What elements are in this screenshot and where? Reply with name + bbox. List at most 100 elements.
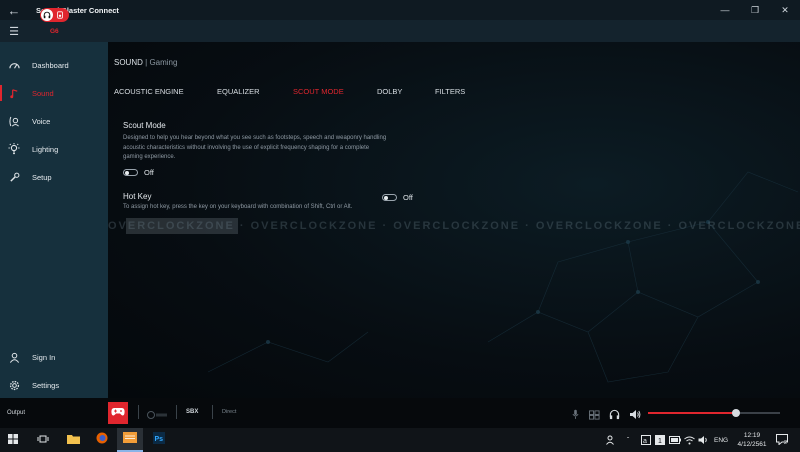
volume-icon[interactable] (629, 407, 641, 425)
microphone-icon[interactable] (572, 407, 579, 425)
sidebar-item-label: Dashboard (32, 60, 69, 70)
hot-key-description: To assign hot key, press the key on your… (123, 204, 353, 210)
battery-icon[interactable] (669, 428, 681, 452)
divider (212, 405, 213, 419)
minimize-button[interactable]: — (710, 0, 740, 20)
hot-key-state: Off (403, 193, 413, 202)
mixer-icon[interactable] (589, 407, 600, 425)
toggle-knob (384, 196, 388, 200)
tab-dolby[interactable]: DOLBY (377, 87, 402, 96)
output-device-toggle[interactable] (40, 8, 69, 22)
sidebar-item-lighting[interactable]: Lighting (0, 135, 108, 163)
scout-mode-title: Scout Mode (123, 121, 166, 130)
sidebar: Dashboard Sound Voice Lighting Setup Sig… (0, 42, 108, 398)
sidebar-item-setup[interactable]: Setup (0, 163, 108, 191)
sidebar-item-label: Lighting (32, 144, 59, 154)
profile-name: Gaming (149, 58, 178, 67)
task-view-icon (37, 431, 49, 449)
back-arrow-icon[interactable]: ← (0, 3, 28, 18)
user-icon (0, 352, 28, 363)
sidebar-item-label: Sign In (32, 352, 56, 362)
section-header: SOUND | Gaming (114, 58, 177, 67)
firefox-icon (96, 431, 108, 449)
title-bar: ← Sound Blaster Connect — ❐ ✕ (0, 0, 800, 20)
watermark-text: OVERCLOCKZONE · OVERCLOCKZONE · OVERCLOC… (108, 220, 800, 232)
windows-taskbar: Ps ˆ a 1 ENG 12:19 4/12/2561 2 (0, 428, 800, 452)
language-indicator[interactable]: ENG (714, 428, 728, 452)
svg-text:1: 1 (658, 438, 662, 445)
tab-acoustic-engine[interactable]: ACOUSTIC ENGINE (114, 87, 184, 96)
sidebar-item-label: Voice (32, 116, 51, 126)
direct-mode-button[interactable]: Direct (222, 409, 236, 415)
wrench-icon (0, 172, 28, 183)
svg-text:Ps: Ps (155, 436, 164, 443)
sidebar-item-label: Sound (32, 88, 54, 98)
svg-text:a: a (643, 438, 647, 445)
start-button[interactable] (0, 428, 26, 452)
speaker-volume-icon[interactable] (698, 428, 709, 452)
clock-date: 4/12/2561 (737, 441, 767, 448)
headphones-icon (41, 9, 53, 21)
notification-icon (776, 433, 788, 447)
sidebar-item-sign-in[interactable]: Sign In (0, 343, 108, 371)
lighting-icon (0, 143, 28, 155)
hot-key-toggle[interactable] (382, 194, 397, 201)
gamepad-icon (111, 404, 125, 422)
headphones-icon[interactable] (609, 407, 620, 425)
hot-key-title: Hot Key (123, 192, 152, 201)
device-selector[interactable]: G6 (50, 28, 59, 35)
main-panel: SOUND | Gaming ACOUSTIC ENGINE EQUALIZER… (108, 42, 800, 398)
hamburger-menu-icon[interactable]: ☰ (0, 25, 28, 38)
sidebar-item-label: Settings (32, 380, 60, 390)
dashboard-icon (0, 60, 28, 71)
maximize-button[interactable]: ❐ (740, 0, 770, 20)
action-center-button[interactable]: 2 (776, 428, 788, 452)
music-note-icon (0, 88, 28, 99)
close-button[interactable]: ✕ (770, 0, 800, 20)
active-indicator (0, 85, 2, 101)
sidebar-item-label: Setup (32, 172, 52, 182)
tab-equalizer[interactable]: EQUALIZER (217, 87, 260, 96)
photoshop-button[interactable]: Ps (146, 428, 172, 452)
gaming-profile-button[interactable] (108, 402, 128, 424)
file-explorer-button[interactable] (60, 428, 86, 452)
device-bar: ☰ G6 (0, 20, 800, 42)
keyboard-layout-icon[interactable]: 1 (655, 428, 665, 452)
scout-mode-description: Designed to help you hear beyond what yo… (123, 135, 387, 160)
people-icon[interactable] (606, 428, 616, 452)
sidebar-item-sound[interactable]: Sound (0, 79, 108, 107)
clock-time: 12:19 (743, 432, 761, 439)
sbx-button[interactable]: SBX (186, 409, 198, 415)
wifi-icon[interactable] (684, 428, 695, 452)
clock[interactable]: 12:19 4/12/2561 (734, 431, 770, 449)
toggle-knob (125, 171, 129, 175)
chevron-up-icon[interactable]: ˆ (627, 428, 629, 452)
divider (176, 405, 177, 419)
sidebar-item-dashboard[interactable]: Dashboard (0, 51, 108, 79)
output-label: Output (7, 410, 26, 416)
speaker-icon (56, 6, 64, 24)
divider (138, 405, 139, 419)
section-separator: | (145, 58, 148, 67)
windows-logo-icon (8, 431, 18, 449)
sidebar-item-voice[interactable]: Voice (0, 107, 108, 135)
sound-blaster-connect-taskbar-button[interactable] (117, 428, 143, 452)
task-view-button[interactable] (30, 428, 56, 452)
tab-scout-mode[interactable]: SCOUT MODE (293, 87, 344, 96)
folder-icon (66, 431, 80, 449)
tab-filters[interactable]: FILTERS (435, 87, 465, 96)
volume-slider-fill (648, 412, 736, 414)
firefox-button[interactable] (89, 428, 115, 452)
voice-icon (0, 116, 28, 127)
window-controls: — ❐ ✕ (710, 0, 800, 20)
section-title: SOUND (114, 58, 143, 67)
photoshop-icon: Ps (153, 431, 165, 449)
gear-icon (0, 380, 28, 391)
volume-slider-handle[interactable] (732, 409, 740, 417)
scout-mode-toggle[interactable] (123, 169, 138, 176)
gaming-mode-icon[interactable] (146, 407, 168, 425)
sidebar-item-settings[interactable]: Settings (0, 371, 108, 399)
ime-icon[interactable]: a (641, 428, 651, 452)
scout-mode-state: Off (144, 168, 154, 177)
sound-blaster-app-icon (123, 430, 137, 448)
